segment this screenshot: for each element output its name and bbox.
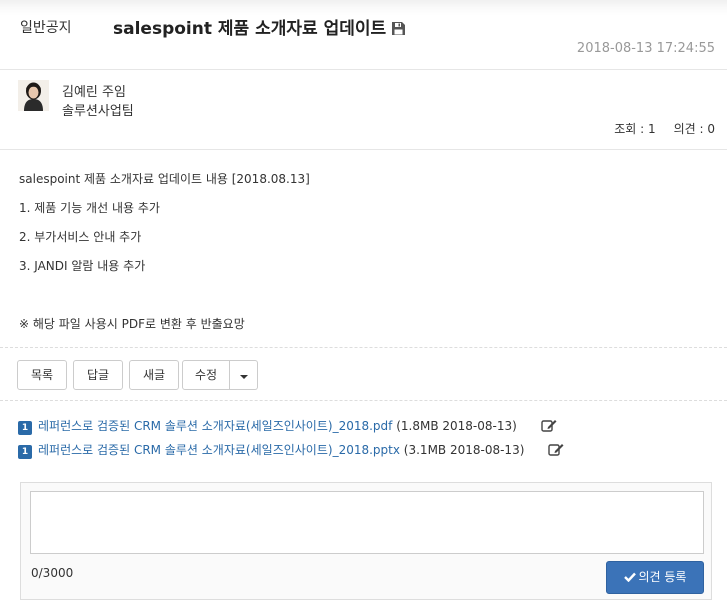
post-actions: 목록 답글 새글 수정	[0, 348, 727, 401]
edit-icon[interactable]	[548, 442, 564, 460]
edit-dropdown-toggle[interactable]	[230, 360, 258, 390]
edit-icon[interactable]	[540, 418, 557, 436]
post-content: salespoint 제품 소개자료 업데이트 내용 [2018.08.13] …	[0, 150, 727, 348]
caret-down-icon	[240, 375, 248, 379]
edit-button[interactable]: 수정	[182, 360, 230, 390]
submit-comment-button[interactable]: 의견 등록	[606, 561, 704, 594]
save-icon[interactable]	[392, 20, 406, 40]
author-name: 김예린 주임	[62, 85, 126, 100]
post-counts: 조회 : 1 의견 : 0	[614, 120, 715, 137]
content-line: salespoint 제품 소개자료 업데이트 내용 [2018.08.13]	[19, 172, 310, 186]
reply-button[interactable]: 답글	[73, 360, 123, 390]
comment-form: 0/3000 의견 등록	[20, 482, 712, 600]
new-post-button[interactable]: 새글	[129, 360, 179, 390]
comment-count: 의견 : 0	[673, 122, 715, 136]
comment-input[interactable]	[30, 491, 704, 554]
attachment-item: 1 레퍼런스로 검증된 CRM 솔루션 소개자료(세일즈인사이트)_2018.pd…	[18, 417, 557, 436]
attachment-item: 1 레퍼런스로 검증된 CRM 솔루션 소개자료(세일즈인사이트)_2018.pp…	[18, 441, 564, 460]
post-datetime: 2018-08-13 17:24:55	[576, 41, 715, 56]
submit-comment-label: 의견 등록	[638, 570, 687, 584]
attachment-badge: 1	[18, 445, 32, 459]
post-category: 일반공지	[20, 20, 72, 36]
attachment-badge: 1	[18, 421, 32, 435]
attachment-meta: (3.1MB 2018-08-13)	[403, 443, 525, 457]
content-line: 1. 제품 기능 개선 내용 추가	[19, 201, 160, 215]
view-count: 조회 : 1	[614, 122, 656, 136]
content-line: 2. 부가서비스 안내 추가	[19, 230, 142, 244]
post-title-text: salespoint 제품 소개자료 업데이트	[113, 19, 387, 39]
attachment-link[interactable]: 레퍼런스로 검증된 CRM 솔루션 소개자료(세일즈인사이트)_2018.ppt…	[38, 443, 400, 457]
char-counter: 0/3000	[31, 566, 74, 580]
content-line: ※ 해당 파일 사용시 PDF로 변환 후 반출요망	[19, 317, 245, 331]
attachment-meta: (1.8MB 2018-08-13)	[396, 419, 517, 433]
content-line: 3. JANDI 알람 내용 추가	[19, 259, 146, 273]
avatar	[18, 80, 49, 111]
list-button[interactable]: 목록	[17, 360, 67, 390]
check-icon	[623, 563, 636, 594]
post-title: salespoint 제품 소개자료 업데이트	[113, 14, 406, 40]
attachment-link[interactable]: 레퍼런스로 검증된 CRM 솔루션 소개자료(세일즈인사이트)_2018.pdf	[38, 419, 392, 433]
attachment-list: 1 레퍼런스로 검증된 CRM 솔루션 소개자료(세일즈인사이트)_2018.pd…	[0, 401, 727, 475]
author-section: 김예린 주임 솔루션사업팀 조회 : 1 의견 : 0	[0, 70, 727, 150]
author-team: 솔루션사업팀	[62, 104, 134, 119]
post-header: 일반공지 salespoint 제품 소개자료 업데이트 2018-08-13 …	[0, 0, 727, 70]
